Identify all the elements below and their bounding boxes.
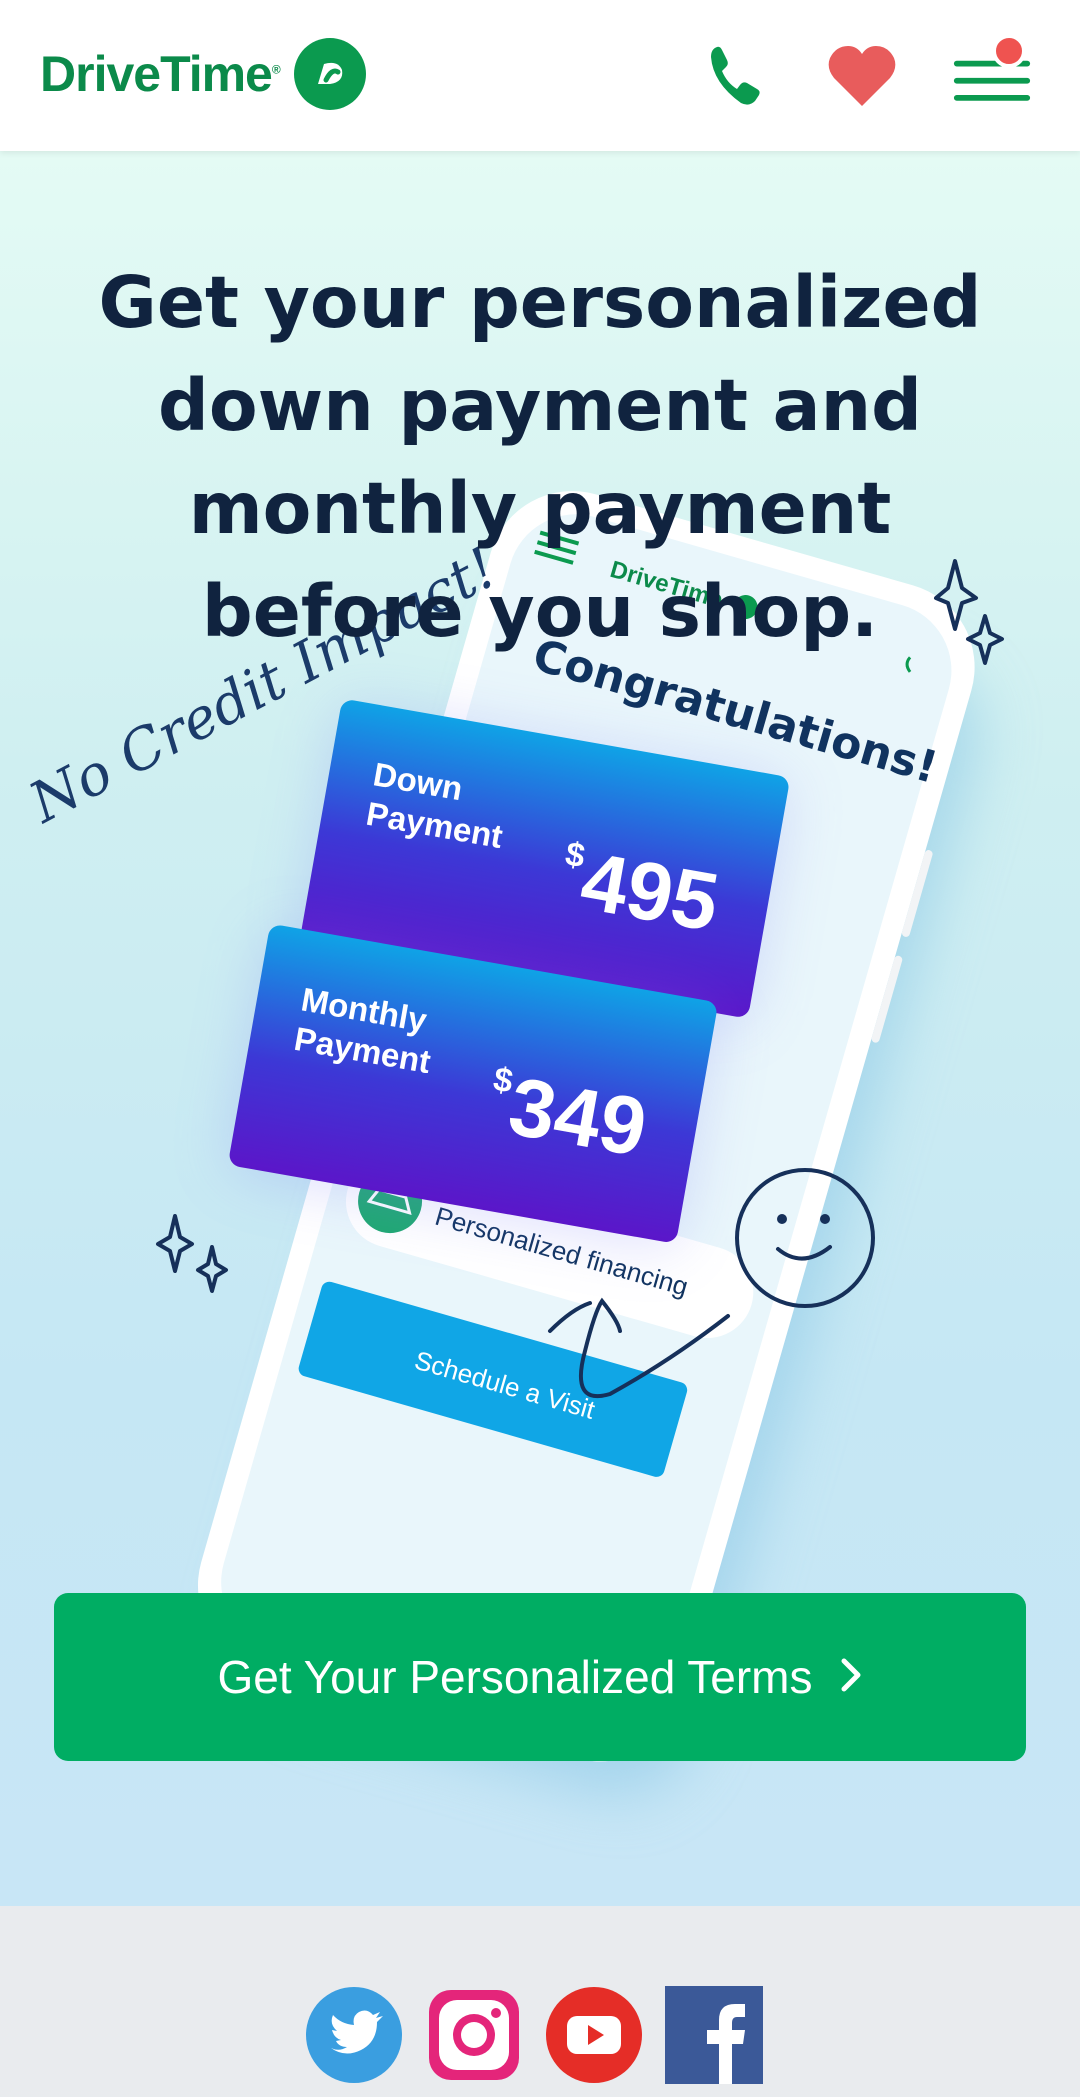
cta-label: Get Your Personalized Terms: [217, 1651, 813, 1703]
hero-headline: Get your personalized down payment and m…: [98, 261, 982, 653]
chevron-right-icon: [840, 1650, 862, 1704]
logo-mark-icon: [293, 38, 366, 110]
twitter-icon[interactable]: [305, 1986, 403, 2084]
facebook-icon[interactable]: [665, 1986, 763, 2084]
drivetime-logo[interactable]: DriveTime®: [40, 38, 366, 110]
site-footer: [0, 1906, 1080, 2097]
hamburger-menu-icon[interactable]: [952, 34, 1032, 116]
phone-icon[interactable]: [695, 36, 775, 116]
logo-text: DriveTime®: [40, 46, 281, 102]
hero-section: DriveTime Congratulations! Personalized …: [0, 151, 1080, 1906]
site-header: DriveTime®: [0, 0, 1080, 151]
youtube-icon[interactable]: [545, 1986, 643, 2084]
social-links: [305, 1986, 763, 2084]
notification-dot: [992, 34, 1026, 68]
get-personalized-terms-button[interactable]: Get Your Personalized Terms: [54, 1593, 1026, 1761]
heart-icon[interactable]: [822, 36, 902, 116]
instagram-icon[interactable]: [425, 1986, 523, 2084]
sparkle-icon: [156, 1214, 228, 1293]
